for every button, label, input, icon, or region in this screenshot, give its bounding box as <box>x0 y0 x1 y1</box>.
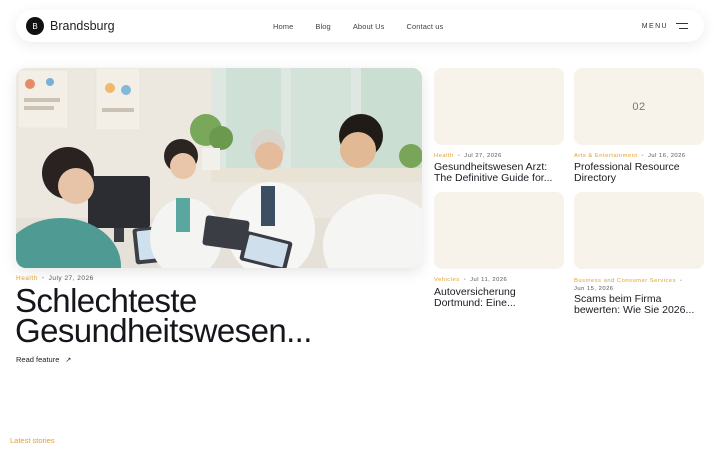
nav-link-home[interactable]: Home <box>273 22 293 31</box>
card-title-line1: Professional Resource <box>574 161 680 173</box>
arrow-up-right-icon: ↗ <box>65 356 72 364</box>
card-title[interactable]: Professional Resource Directory <box>574 162 704 183</box>
top-navbar: B Brandsburg Home Blog About Us Contact … <box>16 10 704 42</box>
read-feature-link[interactable]: Read feature ↗ <box>16 355 71 364</box>
meta-separator: • <box>680 278 683 284</box>
brand-logo: B <box>26 17 44 35</box>
card-title-line1: Autoversicherung <box>434 286 516 298</box>
card-image[interactable] <box>574 192 704 269</box>
card-category[interactable]: Health <box>434 153 454 159</box>
nav-link-blog[interactable]: Blog <box>315 22 330 31</box>
card-category[interactable]: Arts & Entertainment <box>574 153 637 159</box>
meta-separator: • <box>641 153 645 159</box>
card-image[interactable] <box>434 68 564 145</box>
card-date: Jul 16, 2026 <box>648 153 686 159</box>
card-title-line1: Gesundheitswesen Arzt: <box>434 161 548 173</box>
menu-button[interactable]: MENU <box>642 10 688 42</box>
menu-label: MENU <box>641 22 668 30</box>
feature-title[interactable]: Schlechteste Gesundheitswesen... <box>15 284 415 349</box>
card-title[interactable]: Gesundheitswesen Arzt: The Definitive Gu… <box>434 162 564 183</box>
card-image[interactable] <box>434 192 564 269</box>
card-title-line2: Directory <box>574 171 617 184</box>
nav-link-about[interactable]: About Us <box>353 22 385 31</box>
card-meta: Arts & Entertainment • Jul 16, 2026 <box>574 153 714 159</box>
nav-links: Home Blog About Us Contact us <box>273 10 465 42</box>
card-title-line2: Dortmund: Eine... <box>434 296 516 309</box>
card-date: Jul 27, 2026 <box>464 153 502 159</box>
meta-separator: • <box>457 153 461 159</box>
card-image[interactable]: 02 <box>574 68 704 145</box>
doctors-meeting-photo <box>16 68 422 268</box>
latest-stories-heading: Latest stories <box>10 436 55 445</box>
card-meta: Business and Consumer Services • Jun 15,… <box>574 277 704 293</box>
feature-date: July 27, 2026 <box>48 275 94 282</box>
read-feature-label: Read feature <box>16 355 60 364</box>
card-title[interactable]: Scams beim Firma bewerten: Wie Sie 2026.… <box>574 294 704 315</box>
card-date: Jul 11, 2026 <box>470 277 508 283</box>
card-title-line2: The Definitive Guide for... <box>434 171 553 184</box>
card-category[interactable]: Vehicles <box>434 277 460 283</box>
card-title-line1: Scams beim Firma <box>574 293 662 305</box>
card-date: Jun 15, 2026 <box>574 286 614 292</box>
card-meta: Vehicles • Jul 11, 2026 <box>434 277 574 283</box>
nav-link-contact[interactable]: Contact us <box>406 22 443 31</box>
brand-name: Brandsburg <box>50 19 115 33</box>
hamburger-icon <box>676 22 688 30</box>
meta-separator: • <box>463 277 467 283</box>
feature-category[interactable]: Health <box>16 275 38 282</box>
feature-image[interactable] <box>16 68 422 268</box>
meta-separator: • <box>41 275 45 282</box>
brand-link[interactable]: B Brandsburg <box>26 17 115 35</box>
card-number: 02 <box>632 100 646 113</box>
feature-title-line2: Gesundheitswesen... <box>15 312 312 349</box>
card-title-line2: bewerten: Wie Sie 2026... <box>574 303 695 316</box>
card-title[interactable]: Autoversicherung Dortmund: Eine... <box>434 287 564 308</box>
card-category[interactable]: Business and Consumer Services <box>574 277 676 285</box>
card-meta: Health • Jul 27, 2026 <box>434 153 574 159</box>
feature-meta: Health • July 27, 2026 <box>16 275 94 282</box>
